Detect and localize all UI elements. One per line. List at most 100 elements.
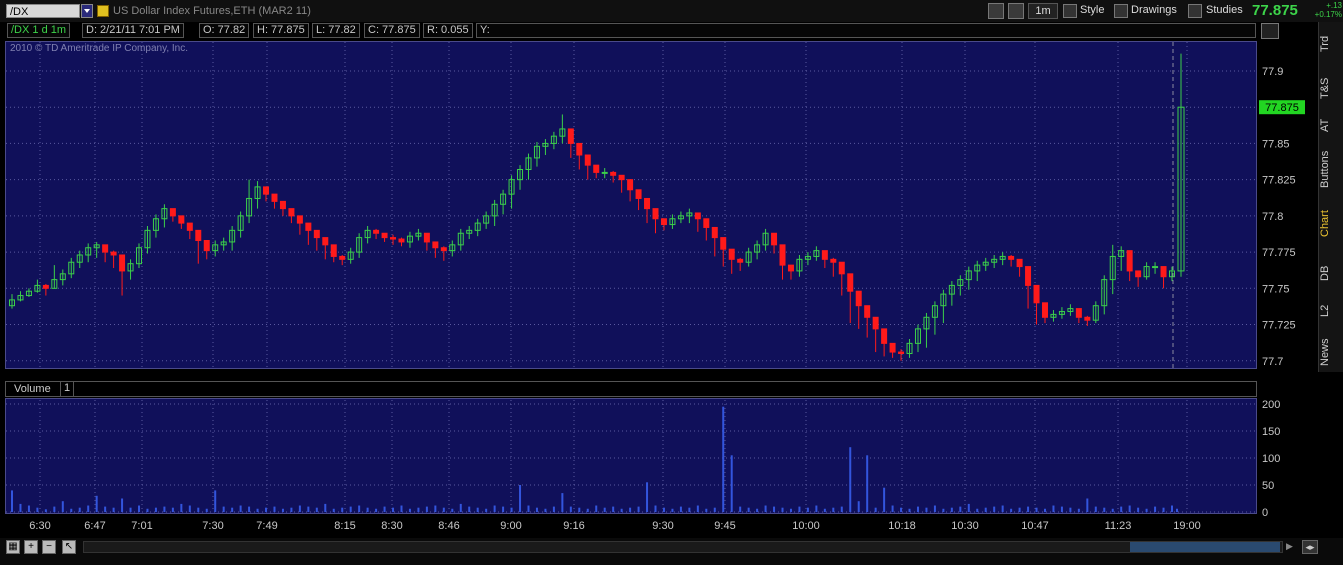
volume-bar [832, 507, 835, 512]
candle-body [838, 261, 845, 275]
volume-bar [527, 505, 530, 512]
candle-body [694, 212, 701, 220]
volume-bar [408, 508, 411, 512]
volume-bar [87, 505, 90, 512]
candle-body [584, 154, 591, 166]
volume-bar [823, 508, 826, 512]
volume-bar [315, 507, 318, 512]
time-tick-label: 6:30 [29, 520, 50, 532]
zoom-in-icon[interactable]: + [24, 540, 38, 554]
horizontal-scrollbar[interactable] [83, 541, 1283, 553]
tab-news[interactable]: News [1319, 334, 1343, 370]
volume-bar [281, 508, 284, 512]
volume-bar [434, 505, 437, 512]
volume-bar [1103, 507, 1106, 512]
volume-bar [781, 507, 784, 512]
candle-body [1075, 308, 1082, 318]
candle-body [593, 164, 600, 173]
volume-bar [1094, 506, 1097, 512]
candle-body [102, 244, 109, 253]
time-tick-label: 7:49 [256, 520, 277, 532]
time-tick-label: 19:00 [1173, 520, 1201, 532]
volume-bar [53, 506, 56, 512]
tab-at[interactable]: AT [1319, 114, 1343, 136]
volume-bar [1010, 508, 1013, 512]
time-tick-label: 10:47 [1021, 520, 1049, 532]
zoom-out-icon[interactable]: − [42, 540, 56, 554]
volume-bar [519, 485, 522, 512]
scrollbar-thumb[interactable] [1130, 542, 1280, 552]
grid-layout-icon[interactable]: ▦ [6, 540, 20, 554]
volume-bar [773, 506, 776, 512]
volume-bar [510, 507, 513, 512]
volume-bar [900, 507, 903, 512]
volume-bar [586, 508, 589, 512]
candle-body [830, 258, 837, 263]
side-tab-bar: Trd T&S AT Buttons Chart DB L2 News [1318, 22, 1343, 372]
volume-bar [138, 505, 141, 512]
candle-body [576, 142, 583, 156]
volume-bar [146, 508, 149, 512]
volume-bar [933, 505, 936, 512]
volume-bar [679, 506, 682, 512]
time-tick-label: 10:00 [792, 520, 820, 532]
volume-bar [561, 493, 564, 512]
price-tick-label: 77.775 [1262, 247, 1296, 259]
volume-bar [1060, 506, 1063, 512]
volume-bar [916, 506, 919, 512]
volume-bar [840, 506, 843, 512]
volume-bar [36, 507, 39, 512]
tab-chart[interactable]: Chart [1319, 204, 1343, 244]
volume-bar [442, 507, 445, 512]
volume-bar [1035, 507, 1038, 512]
candle-body [313, 229, 320, 239]
tab-db[interactable]: DB [1319, 262, 1343, 284]
volume-bar [502, 506, 505, 512]
volume-bar [324, 503, 327, 512]
candle-body [186, 222, 193, 231]
candle-body [779, 244, 786, 266]
volume-bar [908, 508, 911, 512]
volume-tick-label: 200 [1262, 399, 1280, 411]
expand-space-icon[interactable]: ◂▸ [1302, 540, 1318, 554]
tab-l2[interactable]: L2 [1319, 300, 1343, 322]
volume-bar [1120, 506, 1123, 512]
volume-bar [197, 507, 200, 512]
candle-body [567, 128, 574, 144]
volume-bar [756, 508, 759, 512]
volume-bar [163, 506, 166, 512]
volume-bar [798, 506, 801, 512]
candle-body [322, 237, 329, 246]
candle-body [601, 171, 608, 174]
volume-bar [231, 507, 234, 512]
pointer-icon[interactable]: ↖ [62, 540, 76, 554]
volume-bar [578, 507, 581, 512]
volume-bar [104, 506, 107, 512]
volume-bar [730, 455, 733, 512]
time-tick-label: 8:15 [334, 520, 355, 532]
volume-bar [222, 506, 225, 512]
volume-tick-label: 150 [1262, 426, 1280, 438]
tab-buttons[interactable]: Buttons [1319, 144, 1343, 194]
candle-body [1041, 302, 1048, 318]
tab-trd[interactable]: Trd [1319, 30, 1343, 58]
scroll-right-icon[interactable]: ▶ [1286, 541, 1298, 553]
volume-bar [375, 508, 378, 512]
candle-body [652, 208, 659, 220]
chart-canvas[interactable]: 77.9 77.875 77.85 77.825 77.8 77.775 77.75 77.7… [0, 0, 1343, 565]
candle-body [288, 208, 295, 217]
candle-body [42, 284, 49, 289]
volume-bar [654, 505, 657, 512]
volume-bar [366, 507, 369, 512]
volume-bar [307, 506, 310, 512]
volume-bar [722, 406, 725, 512]
volume-bar [265, 507, 268, 512]
price-tick-label: 77.75 [1262, 283, 1290, 295]
candle-body [855, 290, 862, 307]
volume-bar [392, 507, 395, 512]
volume-bar [112, 507, 115, 512]
candle-body [610, 171, 617, 176]
volume-bar [1111, 508, 1114, 512]
volume-bar [1043, 508, 1046, 512]
tab-time-and-sales[interactable]: T&S [1319, 72, 1343, 104]
